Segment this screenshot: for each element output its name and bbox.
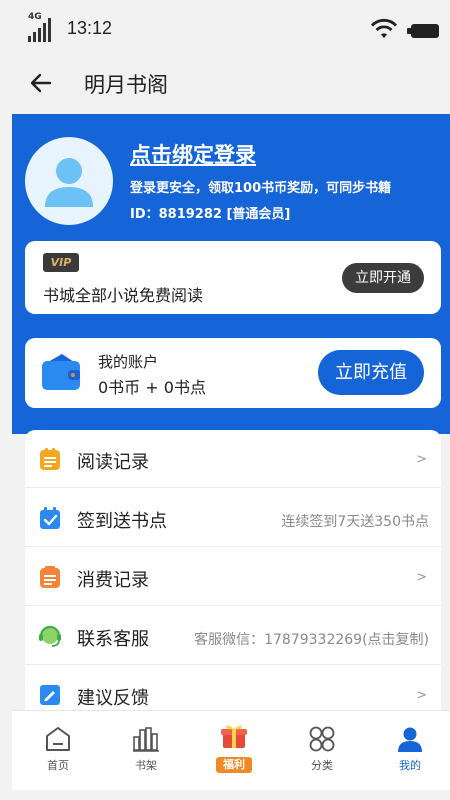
- account-title: 我的账户: [98, 353, 159, 371]
- vip-badge: VIP: [43, 253, 79, 272]
- feedback-icon: [40, 685, 60, 705]
- menu-item-customer-service[interactable]: 联系客服 客服微信：17879332269(点击复制): [25, 607, 441, 665]
- account-balance: 0书币 + 0书点: [98, 378, 206, 397]
- member-id: ID：8819282 [普通会员]: [130, 207, 291, 222]
- bookshelf-icon: [133, 727, 159, 752]
- menu-item-check-in[interactable]: 签到送书点 连续签到7天送350书点: [25, 489, 441, 547]
- tab-label: 分类: [311, 759, 333, 772]
- tab-welfare[interactable]: 福利: [190, 711, 278, 791]
- menu-item-label: 签到送书点: [77, 511, 167, 532]
- menu-item-label: 联系客服: [77, 629, 149, 650]
- status-bar: 4G 13:12: [0, 0, 450, 58]
- home-icon: [46, 727, 70, 751]
- calendar-check-icon: [40, 507, 60, 529]
- vip-description: 书城全部小说免费阅读: [43, 286, 204, 305]
- tab-categories[interactable]: 分类: [278, 711, 366, 791]
- menu-item-label: 阅读记录: [77, 452, 149, 473]
- account-card: 我的账户 0书币 + 0书点 立即充值: [25, 338, 441, 408]
- reading-history-icon: [40, 448, 60, 470]
- recharge-button[interactable]: 立即充值: [318, 350, 424, 395]
- categories-grid-icon: [309, 726, 335, 752]
- page-title: 明月书阁: [84, 73, 168, 97]
- open-vip-button[interactable]: 立即开通: [342, 263, 424, 293]
- gift-icon: [221, 725, 247, 748]
- menu-item-label: 建议反馈: [77, 688, 149, 709]
- user-avatar-icon: [45, 158, 93, 207]
- tab-label: 书架: [135, 759, 157, 772]
- chevron-right-icon: >: [416, 688, 427, 703]
- welfare-badge-label: 福利: [216, 757, 252, 773]
- bind-login-link[interactable]: 点击绑定登录: [130, 139, 256, 169]
- back-arrow-icon[interactable]: [28, 70, 54, 96]
- nav-bar: 明月书阁: [0, 58, 450, 114]
- headset-icon: [39, 625, 61, 647]
- vip-card: VIP 书城全部小说免费阅读 立即开通: [25, 241, 441, 314]
- menu-item-reading-history[interactable]: 阅读记录 >: [25, 430, 441, 488]
- menu-item-label: 消费记录: [77, 570, 149, 591]
- wallet-icon: [42, 354, 80, 390]
- avatar[interactable]: [25, 137, 113, 225]
- menu-list: 阅读记录 > 签到送书点 连续签到7天送350书点 消费记录 > 联系客服 客服…: [25, 430, 441, 710]
- tab-home[interactable]: 首页: [14, 711, 102, 791]
- chevron-right-icon: >: [416, 452, 427, 467]
- user-profile-icon: [398, 727, 422, 752]
- bottom-strip: [0, 790, 450, 800]
- tab-mine[interactable]: 我的: [366, 711, 450, 791]
- menu-item-feedback[interactable]: 建议反馈 >: [25, 666, 441, 710]
- chevron-right-icon: >: [416, 570, 427, 585]
- tab-label: 首页: [47, 759, 69, 772]
- battery-icon: [411, 24, 439, 38]
- check-in-hint: 连续签到7天送350书点: [281, 514, 429, 530]
- tab-label: 我的: [399, 759, 421, 772]
- clock: 13:12: [67, 18, 113, 38]
- spending-record-icon: [40, 566, 60, 588]
- wifi-icon: [370, 18, 398, 38]
- login-subtitle: 登录更安全，领取100书币奖励，可同步书籍: [130, 181, 392, 196]
- menu-item-spending-history[interactable]: 消费记录 >: [25, 548, 441, 606]
- customer-service-hint: 客服微信：17879332269(点击复制): [194, 632, 429, 648]
- tab-bar: 首页 书架 福利 分类 我的: [12, 710, 450, 790]
- signal-icon: [28, 18, 51, 42]
- tab-bookshelf[interactable]: 书架: [102, 711, 190, 791]
